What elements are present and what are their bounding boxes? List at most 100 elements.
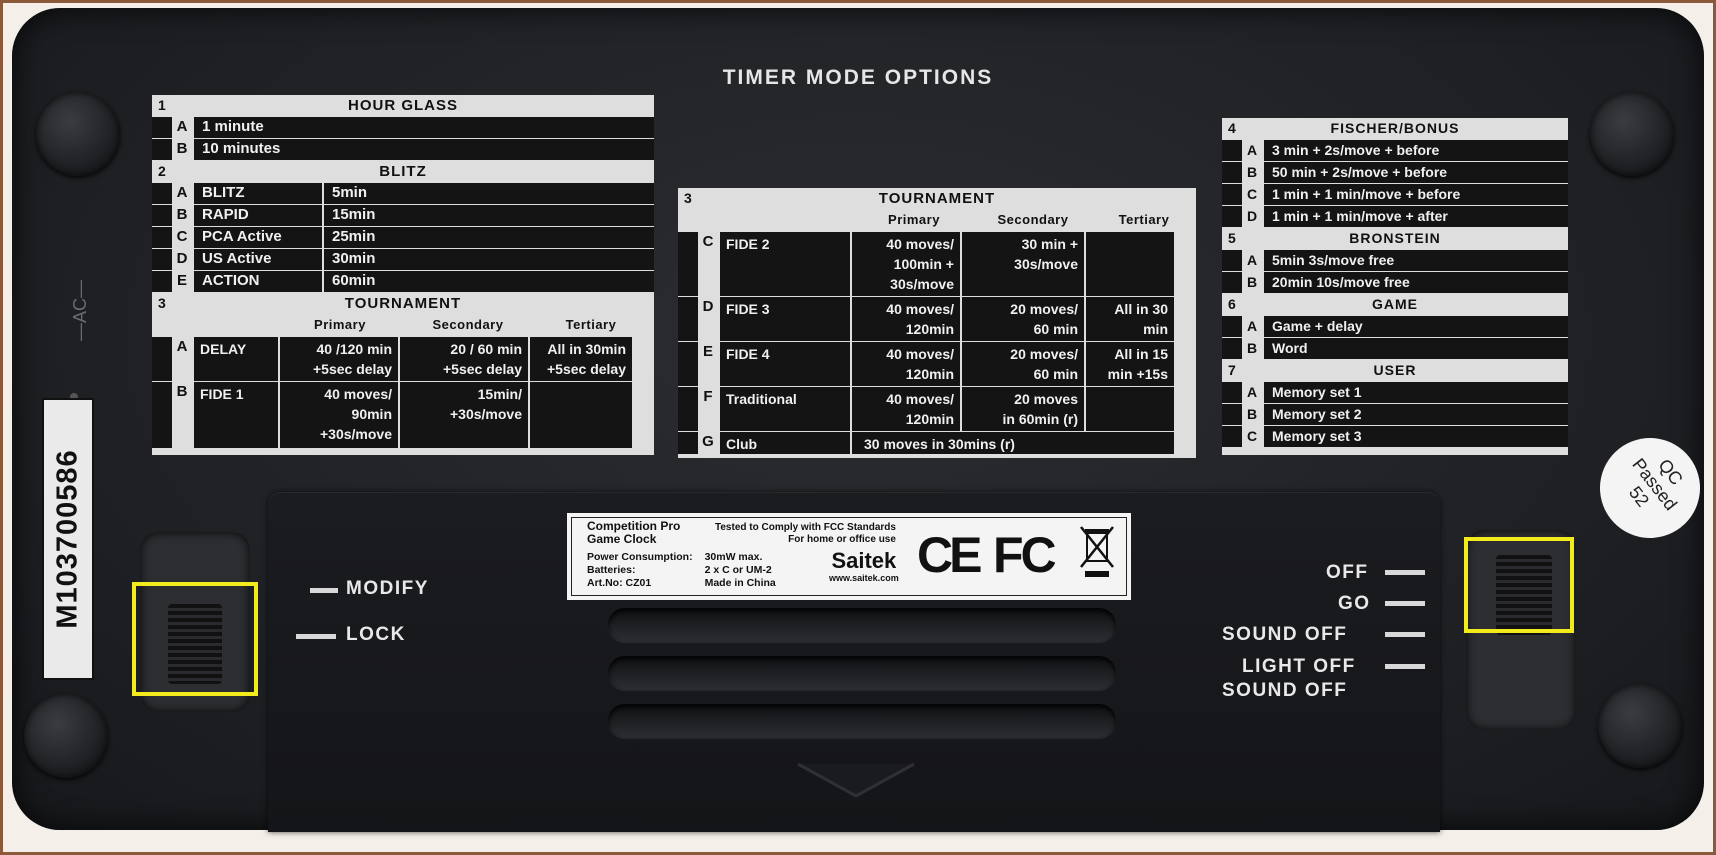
fcc-line-1: Tested to Comply with FCC Standards — [715, 522, 896, 533]
section-blitz: 2 BLITZ — [152, 161, 654, 182]
tournament-row: G Club 30 moves in 30mins (r) — [678, 432, 1196, 454]
option-letter: C — [172, 227, 192, 248]
option-label: FIDE 2 — [720, 232, 850, 296]
middle-options-panel: 3 TOURNAMENT Primary Secondary Tertiary … — [678, 188, 1196, 458]
modify-label: MODIFY — [346, 578, 429, 599]
tournament-row: D FIDE 3 40 moves/ 120min 20 moves/ 60 m… — [678, 297, 1196, 341]
option-letter: A — [1242, 140, 1262, 161]
option-row: C1 min + 1 min/move + before — [1222, 184, 1568, 205]
option-letter: B — [1242, 162, 1262, 183]
option-label: Game + delay — [1264, 316, 1568, 337]
vent-slot — [608, 656, 1116, 690]
option-letter: C — [1242, 184, 1262, 205]
option-label: 3 min + 2s/move + before — [1264, 140, 1568, 161]
option-row: A BLITZ 5min — [152, 183, 654, 204]
primary-value: 40 moves/ 120min — [852, 342, 960, 386]
option-letter: B — [1242, 338, 1262, 359]
option-letter: A — [172, 117, 192, 138]
ac-jack-label: —AC— — [70, 279, 91, 342]
column-headers: Primary Secondary Tertiary — [678, 209, 1196, 231]
option-letter: B — [172, 382, 192, 448]
option-letter: C — [698, 232, 718, 296]
option-row: B 10 minutes — [152, 139, 654, 160]
option-letter: E — [698, 342, 718, 386]
option-row: D US Active 30min — [152, 249, 654, 270]
option-letter: A — [172, 337, 192, 381]
option-letter: D — [172, 249, 192, 270]
option-row: A 5min 3s/move free — [1222, 250, 1568, 271]
lock-label: LOCK — [346, 624, 406, 645]
tournament-row: C FIDE 2 40 moves/ 100min + 30s/move 30 … — [678, 232, 1196, 296]
website: www.saitek.com — [829, 573, 899, 583]
option-value: 15min — [324, 205, 654, 226]
option-value: 60min — [324, 271, 654, 292]
art-label: Art.No: — [587, 577, 623, 589]
option-letter: G — [698, 432, 718, 454]
light-off-label: LIGHT OFF — [1242, 656, 1356, 677]
option-row: C PCA Active 25min — [152, 227, 654, 248]
option-label: FIDE 4 — [720, 342, 850, 386]
column-header: Tertiary — [1118, 212, 1170, 227]
option-label: Memory set 3 — [1264, 426, 1568, 447]
section-name: GAME — [1372, 296, 1418, 312]
option-letter: E — [172, 271, 192, 292]
section-name: FISCHER/BONUS — [1330, 120, 1460, 136]
made-in: Made in China — [704, 577, 776, 589]
option-letter: A — [1242, 250, 1262, 271]
modify-tick — [310, 588, 338, 593]
sound-off-tick — [1385, 632, 1425, 637]
secondary-value: 20 moves/ 60 min — [962, 297, 1084, 341]
section-fischer-bonus: 4 FISCHER/BONUS — [1222, 118, 1568, 139]
option-letter: A — [1242, 382, 1262, 403]
fcc-compliance: Tested to Comply with FCC Standards For … — [715, 522, 896, 546]
section-hour-glass: 1 HOUR GLASS — [152, 95, 654, 116]
column-headers: Primary Secondary Tertiary — [152, 314, 654, 336]
option-label: Memory set 2 — [1264, 404, 1568, 425]
option-row: A Game + delay — [1222, 316, 1568, 337]
option-label: RAPID — [194, 205, 322, 226]
tournament-row: B FIDE 1 40 moves/ 90min +30s/move 15min… — [152, 382, 654, 448]
option-letter: D — [1242, 206, 1262, 227]
secondary-value: 20 moves/ 60 min — [962, 342, 1084, 386]
option-row: A1 minute — [152, 117, 654, 138]
option-row: E ACTION 60min — [152, 271, 654, 292]
primary-value: 40 /120 min +5sec delay — [280, 337, 398, 381]
vent-slot — [608, 704, 1116, 738]
secondary-value: 20 / 60 min +5sec delay — [400, 337, 528, 381]
option-letter: C — [1242, 426, 1262, 447]
option-label: 10 minutes — [194, 139, 654, 160]
power-value: 30mW max. — [704, 551, 763, 563]
section-name: TOURNAMENT — [344, 295, 462, 312]
section-user: 7 USER — [1222, 360, 1568, 381]
go-label: GO — [1338, 593, 1371, 614]
column-header: Tertiary — [565, 317, 617, 332]
section-tournament: 3 TOURNAMENT — [678, 188, 1196, 209]
section-bronstein: 5 BRONSTEIN — [1222, 228, 1568, 249]
section-game: 6 GAME — [1222, 294, 1568, 315]
rubber-foot-bottom-left — [24, 694, 108, 778]
option-label: 1 min + 1 min/move + after — [1264, 206, 1568, 227]
option-row: A3 min + 2s/move + before — [1222, 140, 1568, 161]
option-letter: B — [1242, 404, 1262, 425]
weee-bin-icon — [1077, 523, 1117, 579]
option-label: ACTION — [194, 271, 322, 292]
option-label: Traditional — [720, 387, 850, 431]
batteries-label: Batteries: — [587, 564, 636, 576]
light-off-tick — [1385, 664, 1425, 669]
rubber-foot-top-left — [36, 92, 120, 176]
secondary-value: 20 moves in 60min (r) — [962, 387, 1084, 431]
option-label: FIDE 1 — [194, 382, 278, 448]
timer-mode-title: TIMER MODE OPTIONS — [722, 66, 994, 89]
fcc-line-2: For home or office use — [788, 534, 896, 545]
option-label: BLITZ — [194, 183, 322, 204]
tertiary-value: All in 30min +5sec delay — [530, 337, 632, 381]
right-options-panel: 4 FISCHER/BONUS A3 min + 2s/move + before… — [1222, 118, 1568, 455]
serial-label: M103700586 — [42, 398, 94, 680]
option-value: 30 moves in 30mins (r) — [852, 432, 1174, 454]
slider-highlight — [1464, 537, 1574, 633]
go-tick — [1385, 601, 1425, 606]
left-options-panel: 1 HOUR GLASS A1 minute B 10 minutes 2 BLI… — [152, 95, 654, 455]
tertiary-value: All in 30 min — [1086, 297, 1174, 341]
option-letter: B — [1242, 272, 1262, 293]
section-name: USER — [1373, 362, 1417, 378]
